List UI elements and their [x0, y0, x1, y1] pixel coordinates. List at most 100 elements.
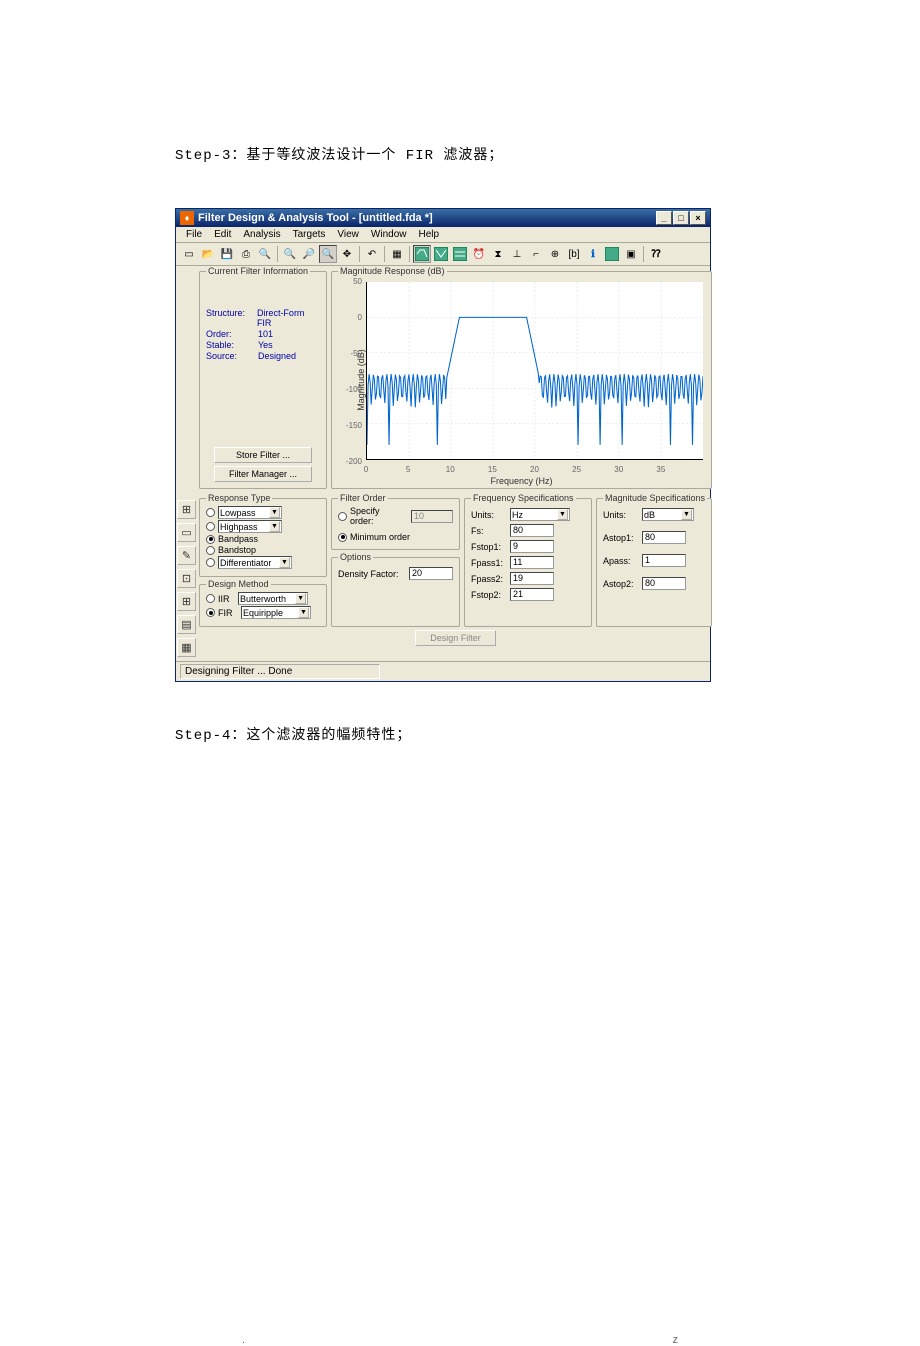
xtick: 15	[488, 465, 497, 474]
fs-units-label: Units:	[471, 510, 507, 520]
print-icon[interactable]: ⎙	[237, 245, 255, 263]
phase-response-icon[interactable]	[432, 245, 450, 263]
fs-input[interactable]: 80	[510, 524, 554, 537]
side-btn-4[interactable]: ⊡	[177, 569, 196, 588]
side-btn-2[interactable]: ▭	[177, 523, 196, 542]
minimize-button[interactable]: _	[656, 211, 672, 225]
menu-edit[interactable]: Edit	[208, 228, 237, 241]
magnitude-response-panel: Magnitude Response (dB) Magnitude (dB) F…	[331, 271, 712, 489]
open-icon[interactable]: 📂	[199, 245, 217, 263]
highpass-combo[interactable]: Highpass▼	[218, 520, 282, 533]
fpass1-input[interactable]: 11	[510, 556, 554, 569]
menu-window[interactable]: Window	[365, 228, 413, 241]
chart-xlabel: Frequency (Hz)	[490, 476, 552, 486]
toolbar: ▭ 📂 💾 ⎙ 🔍 🔍 🔎 🔍 ✥ ↶ ▦ ⏰ ⧗ ⊥ ⌐ ⊕ [b] ℹ	[176, 243, 710, 266]
phase-delay-icon[interactable]: ⧗	[489, 245, 507, 263]
save-icon[interactable]: 💾	[218, 245, 236, 263]
fstop2-label: Fstop2:	[471, 590, 507, 600]
xtick: 10	[446, 465, 455, 474]
bandstop-radio[interactable]	[206, 546, 215, 555]
group-delay-icon[interactable]: ⏰	[470, 245, 488, 263]
ytick: -200	[338, 457, 362, 466]
chart-plot-area	[366, 282, 703, 460]
minimum-order-label: Minimum order	[350, 532, 410, 542]
filter-manager-button[interactable]: Filter Manager ...	[214, 466, 312, 482]
mag-response-icon[interactable]	[413, 245, 431, 263]
ms-units-combo[interactable]: dB▼	[642, 508, 694, 521]
fir-combo[interactable]: Equiripple▼	[241, 606, 311, 619]
round-icon[interactable]	[603, 245, 621, 263]
maximize-button[interactable]: □	[673, 211, 689, 225]
density-input[interactable]: 20	[409, 567, 453, 580]
side-btn-1[interactable]: ⊞	[177, 500, 196, 519]
xtick: 20	[530, 465, 539, 474]
ytick: -100	[338, 385, 362, 394]
fstop2-input[interactable]: 21	[510, 588, 554, 601]
impulse-icon[interactable]: ⊥	[508, 245, 526, 263]
step-icon[interactable]: ⌐	[527, 245, 545, 263]
menu-help[interactable]: Help	[412, 228, 445, 241]
differentiator-combo[interactable]: Differentiator▼	[218, 556, 292, 569]
cfi-order-value: 101	[258, 329, 273, 339]
zoom-out-icon[interactable]: 🔎	[300, 245, 318, 263]
menu-targets[interactable]: Targets	[287, 228, 332, 241]
zoom-fit-icon[interactable]: 🔍	[319, 245, 337, 263]
design-method-panel: Design Method IIR Butterworth▼ FIR Equir…	[199, 584, 327, 627]
cfi-source-value: Designed	[258, 351, 296, 361]
fstop1-label: Fstop1:	[471, 542, 507, 552]
xtick: 25	[572, 465, 581, 474]
density-label: Density Factor:	[338, 569, 406, 579]
rt-title: Response Type	[206, 493, 272, 503]
full-view-icon[interactable]: ▦	[388, 245, 406, 263]
astop2-label: Astop2:	[603, 579, 639, 589]
new-icon[interactable]: ▭	[180, 245, 198, 263]
menubar: File Edit Analysis Targets View Window H…	[176, 227, 710, 243]
cfi-structure-label: Structure:	[206, 308, 253, 328]
iir-combo[interactable]: Butterworth▼	[238, 592, 308, 605]
astop1-input[interactable]: 80	[642, 531, 686, 544]
pole-zero-icon[interactable]: ⊕	[546, 245, 564, 263]
lowpass-radio[interactable]	[206, 508, 215, 517]
menu-file[interactable]: File	[180, 228, 208, 241]
fstop1-input[interactable]: 9	[510, 540, 554, 553]
cfi-stable-value: Yes	[258, 340, 273, 350]
menu-view[interactable]: View	[331, 228, 365, 241]
print-preview-icon[interactable]: 🔍	[256, 245, 274, 263]
pan-icon[interactable]: ✥	[338, 245, 356, 263]
side-btn-3[interactable]: ✎	[177, 546, 196, 565]
bandpass-radio[interactable]	[206, 535, 215, 544]
fs-units-combo[interactable]: Hz▼	[510, 508, 570, 521]
close-button[interactable]: ×	[690, 211, 706, 225]
side-btn-7[interactable]: ▦	[177, 638, 196, 657]
lowpass-combo[interactable]: Lowpass▼	[218, 506, 282, 519]
iir-radio[interactable]	[206, 594, 215, 603]
astop2-input[interactable]: 80	[642, 577, 686, 590]
side-btn-5[interactable]: ⊞	[177, 592, 196, 611]
opt-title: Options	[338, 552, 373, 562]
undo-icon[interactable]: ↶	[363, 245, 381, 263]
ms-units-label: Units:	[603, 510, 639, 520]
differentiator-radio[interactable]	[206, 558, 215, 567]
context-help-icon[interactable]: ⁇	[647, 245, 665, 263]
specify-order-radio[interactable]	[338, 512, 347, 521]
design-filter-button[interactable]: Design Filter	[415, 630, 496, 646]
fdatool-window: ♦ Filter Design & Analysis Tool - [untit…	[175, 208, 711, 682]
apass-input[interactable]: 1	[642, 554, 686, 567]
bandpass-label: Bandpass	[218, 534, 258, 544]
coeffs-icon[interactable]: [b]	[565, 245, 583, 263]
info-icon[interactable]: ℹ	[584, 245, 602, 263]
zoom-in-icon[interactable]: 🔍	[281, 245, 299, 263]
ytick: -50	[338, 349, 362, 358]
specs-icon[interactable]: ▣	[622, 245, 640, 263]
side-btn-6[interactable]: ▤	[177, 615, 196, 634]
fs-title: Frequency Specifications	[471, 493, 576, 503]
menu-analysis[interactable]: Analysis	[237, 228, 286, 241]
fir-radio[interactable]	[206, 608, 215, 617]
mag-phase-icon[interactable]	[451, 245, 469, 263]
cfi-order-label: Order:	[206, 329, 254, 339]
store-filter-button[interactable]: Store Filter ...	[214, 447, 312, 463]
minimum-order-radio[interactable]	[338, 533, 347, 542]
highpass-radio[interactable]	[206, 522, 215, 531]
fpass2-input[interactable]: 19	[510, 572, 554, 585]
dm-title: Design Method	[206, 579, 271, 589]
